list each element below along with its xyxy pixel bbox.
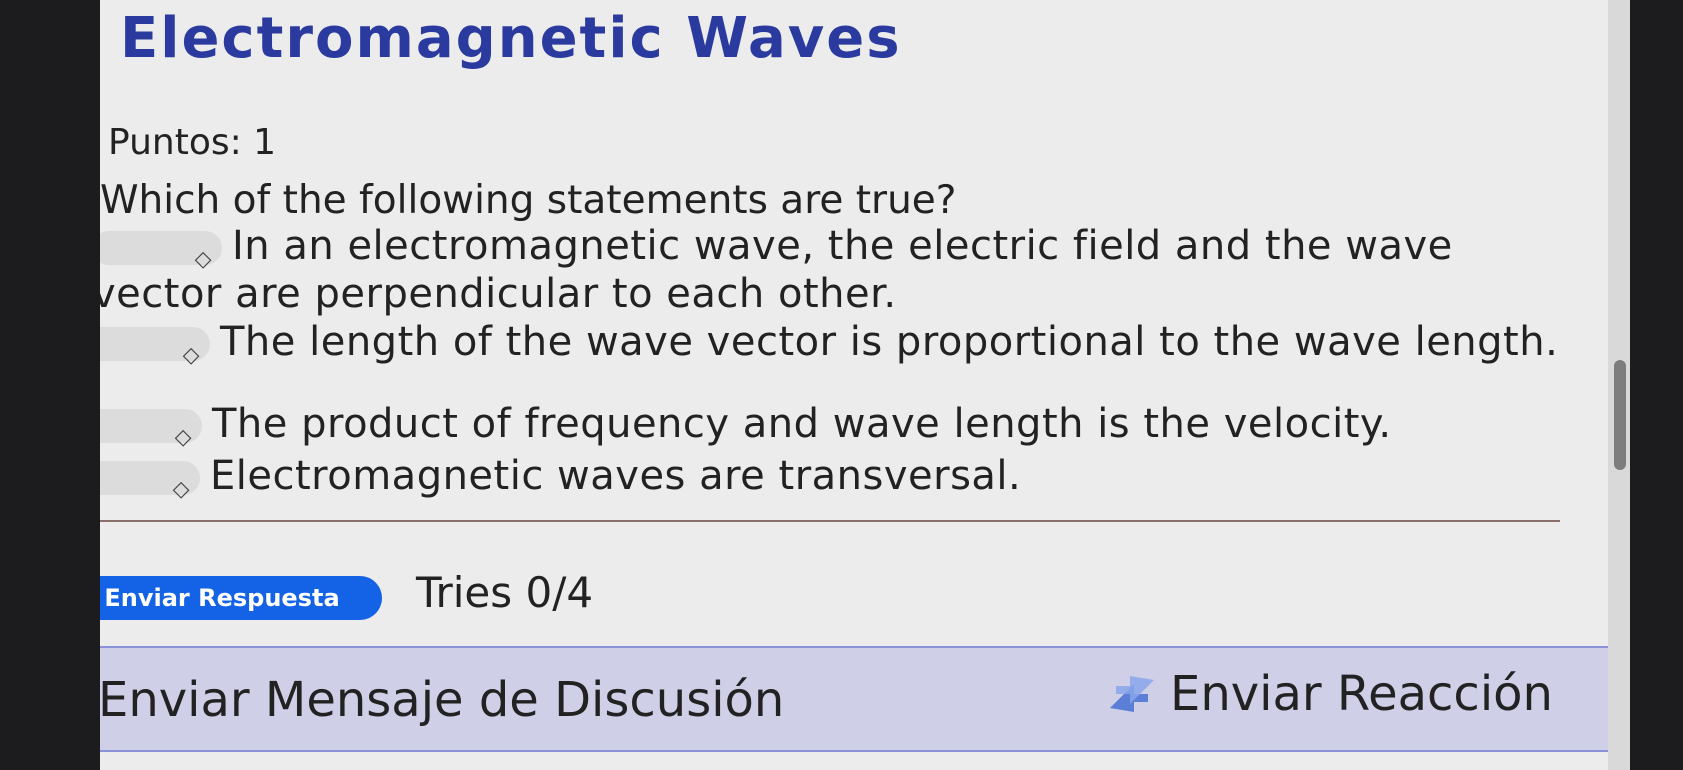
answer-select[interactable]: ◇: [100, 231, 222, 272]
answer-select[interactable]: ◇: [100, 327, 210, 368]
answer-select[interactable]: ◇: [100, 461, 200, 502]
tries-counter: Tries 0/4: [416, 568, 594, 617]
chevron-updown-icon: ◇: [194, 247, 212, 272]
statement-text: Electromagnetic waves are transversal.: [210, 453, 1022, 499]
feedback-bar: Enviar Mensaje de Discusión Enviar Reacc…: [100, 646, 1630, 752]
question-text: Which of the following statements are tr…: [100, 178, 957, 223]
scrollbar-thumb[interactable]: [1614, 360, 1626, 470]
statement-text: In an electromagnetic wave, the electric…: [100, 223, 1453, 317]
reaction-link[interactable]: Enviar Reacción: [1104, 666, 1553, 722]
question-page: Electromagnetic Waves Puntos: 1 Which of…: [100, 0, 1630, 770]
statement-text: The length of the wave vector is proport…: [220, 319, 1559, 365]
divider: [100, 520, 1560, 522]
statement-row: ◇ In an electromagnetic wave, the electri…: [100, 222, 1492, 318]
scrollbar-track[interactable]: [1608, 0, 1630, 770]
chevron-updown-icon: ◇: [172, 477, 190, 502]
submit-answer-button[interactable]: Enviar Respuesta: [100, 576, 382, 620]
statement-row: ◇ Electromagnetic waves are transversal.: [100, 452, 1022, 502]
page-title: Electromagnetic Waves: [120, 6, 902, 71]
statement-text: The product of frequency and wave length…: [212, 401, 1392, 447]
chevron-updown-icon: ◇: [182, 343, 200, 368]
arrows-icon: [1110, 676, 1154, 712]
discussion-link[interactable]: Enviar Mensaje de Discusión: [100, 672, 784, 728]
points-label: Puntos: 1: [108, 122, 277, 163]
statement-row: ◇ The product of frequency and wave lengt…: [100, 400, 1392, 450]
reaction-label: Enviar Reacción: [1170, 666, 1553, 722]
discussion-label: Enviar Mensaje de Discusión: [100, 672, 785, 728]
statement-row: ◇ The length of the wave vector is propor…: [100, 318, 1560, 368]
answer-select[interactable]: ◇: [100, 409, 202, 450]
